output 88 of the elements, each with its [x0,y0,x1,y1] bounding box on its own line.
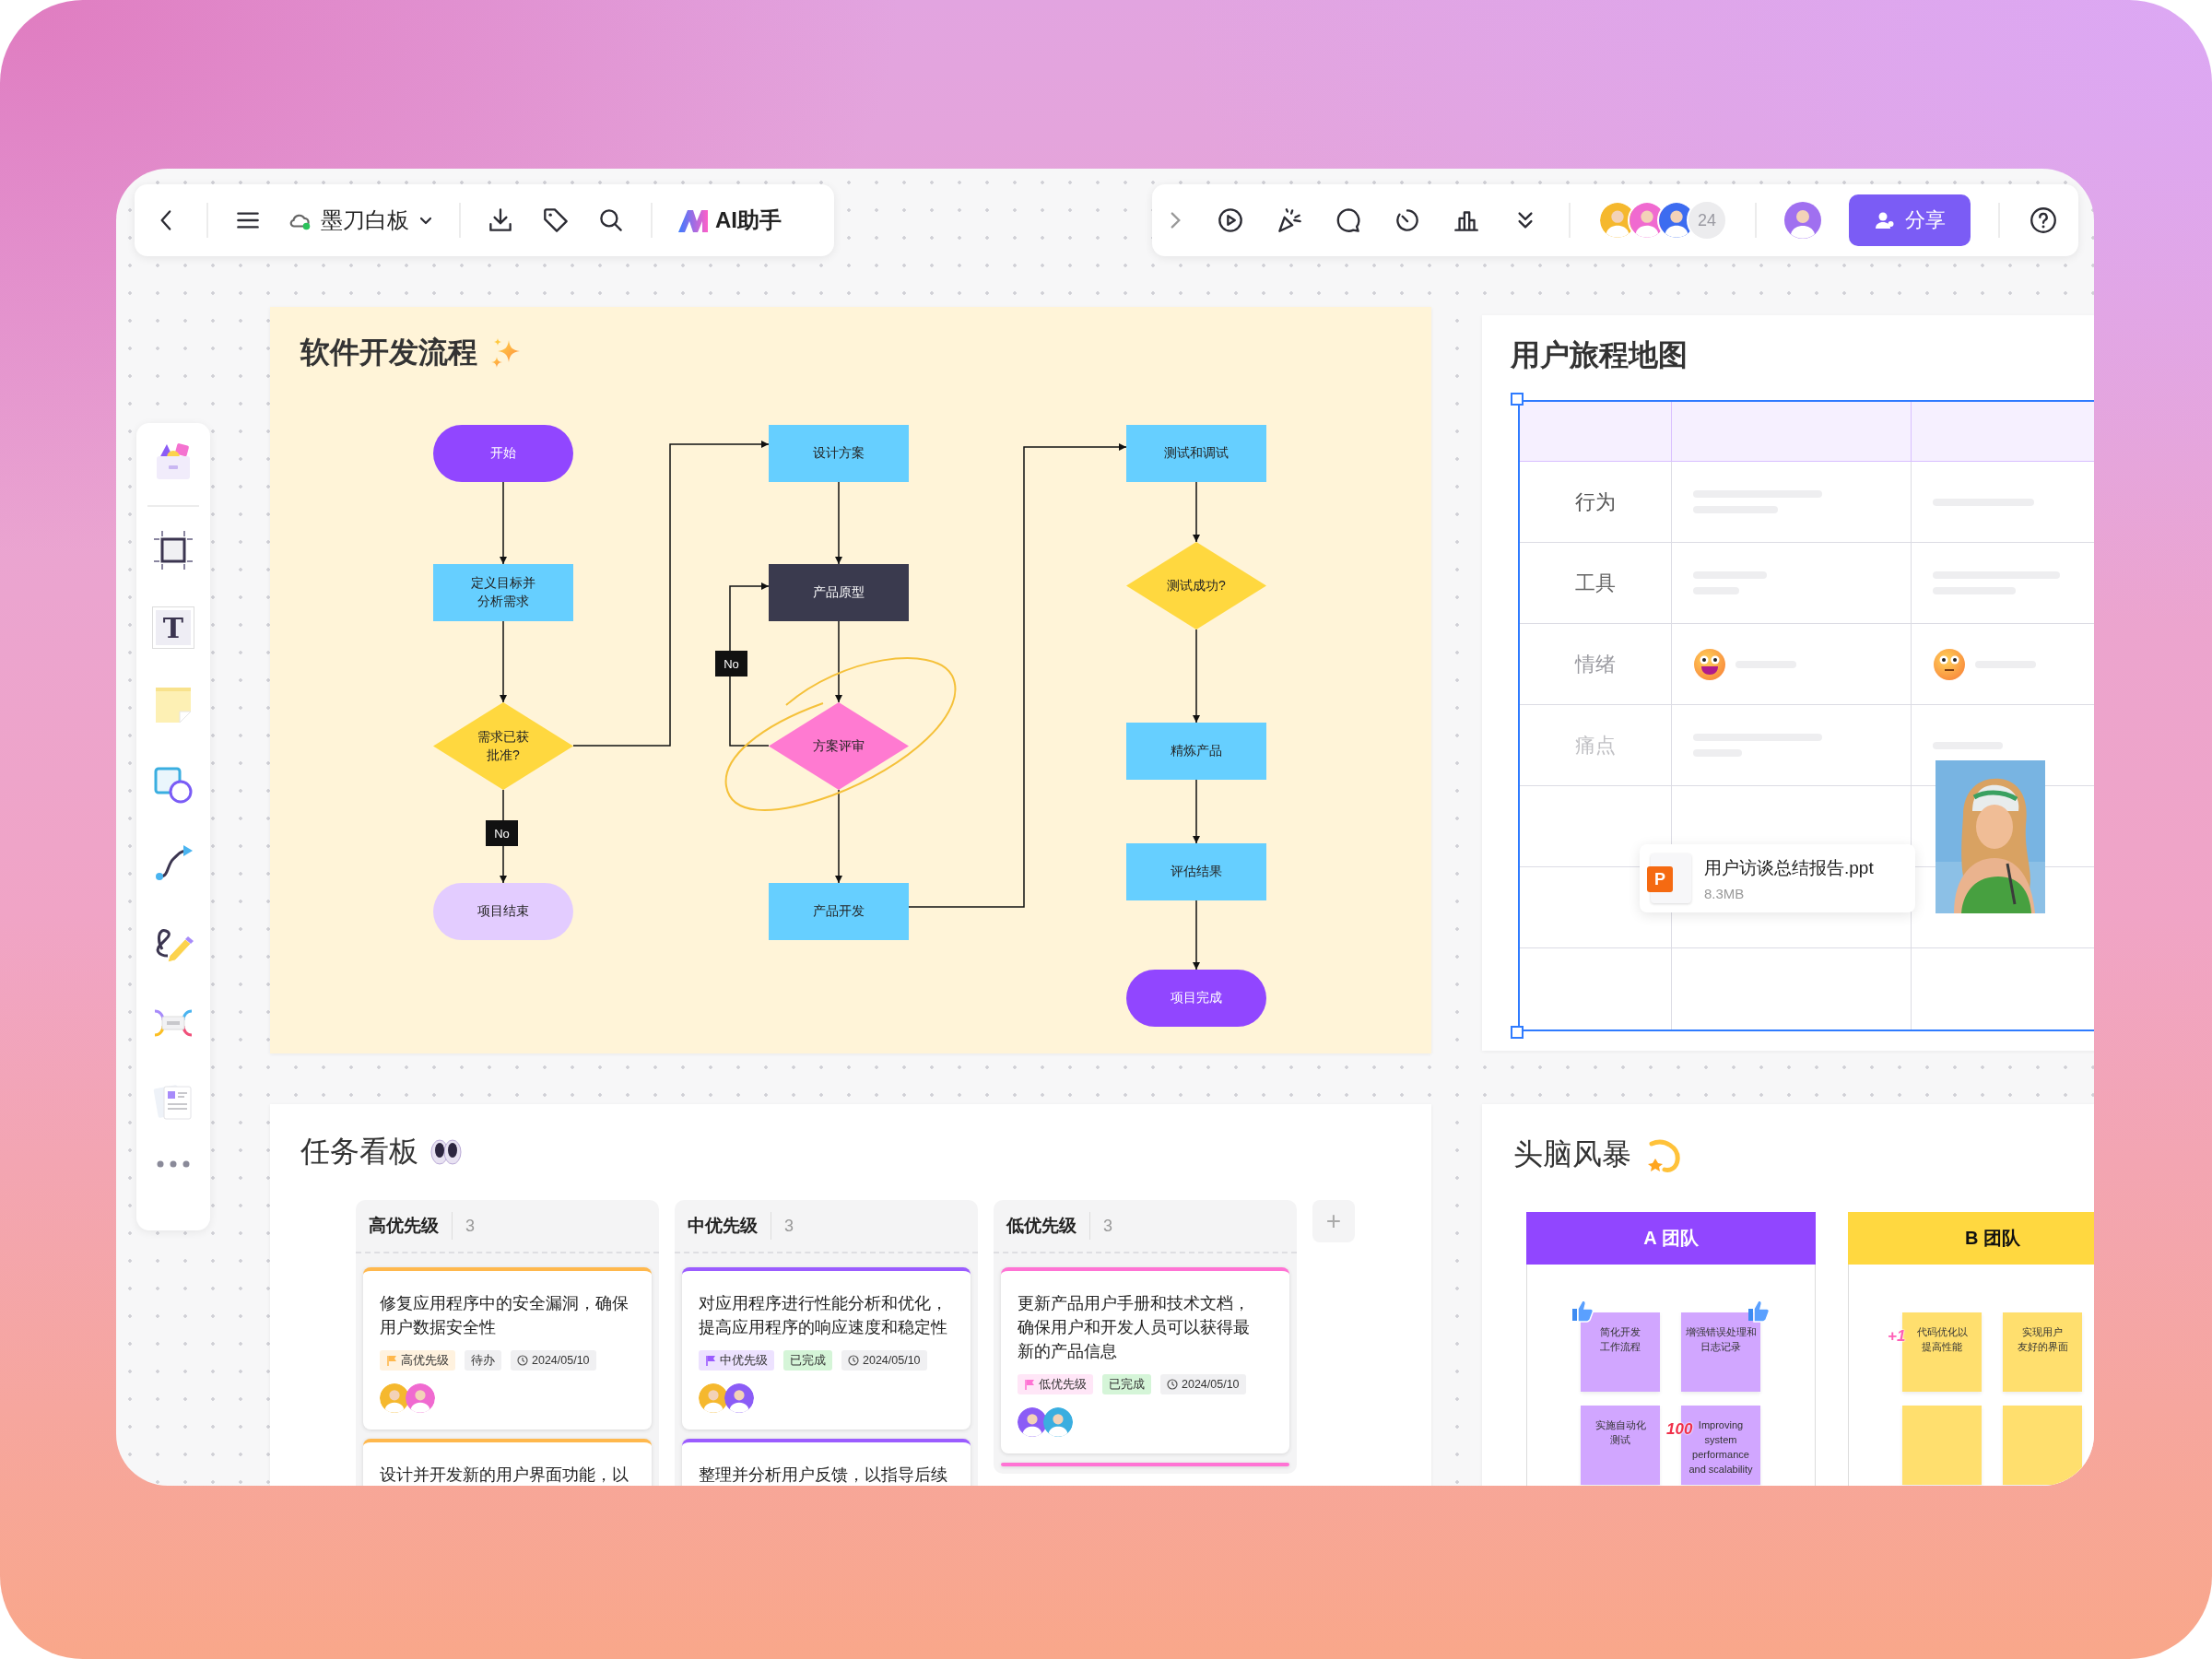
process-node: 产品原型 [769,564,909,621]
avatar-icon [1018,1407,1047,1437]
terminal-node: 开始 [433,425,573,482]
note-text: 提高性能 [1921,1339,1963,1354]
row-label: 痛点 [1575,732,1616,759]
date-tag: 2024/05/10 [1160,1374,1246,1394]
card-text: 整理并分析用户反馈，以指导后续 [699,1465,947,1486]
decision-node: 需求已获批准? [433,702,573,790]
note-text: 简化开发 [1600,1325,1641,1339]
card-text: 设计并开发新的用户界面功能，以 [380,1465,629,1486]
avatar-icon [699,1383,728,1413]
flag-icon [386,1355,397,1366]
status-tag: 已完成 [783,1350,832,1371]
status-tag: 待办 [465,1350,501,1371]
terminal-node: 项目结束 [433,883,573,940]
emoji-icon [1933,647,1966,681]
share-button[interactable]: 分享 [1849,194,1971,246]
date-tag: 2024/05/10 [841,1350,927,1371]
note-text: 代码优化以 [1916,1325,1968,1339]
file-name: 用户访谈总结报告.ppt [1704,856,1874,879]
card-count: 3 [784,1216,794,1236]
avatar-icon[interactable] [1784,202,1821,239]
note-text: 增强错误处理和 [1685,1325,1757,1339]
process-node: 设计方案 [769,425,909,482]
panel-title: 软件开发流程 [300,335,477,371]
clock-icon [848,1355,859,1366]
row-label: 情绪 [1575,651,1616,677]
avatar-icon [724,1383,754,1413]
column-title: 高优先级 [369,1215,439,1237]
row-label: 行为 [1575,488,1616,515]
team-header: A 团队 [1526,1212,1816,1265]
date-tag: 2024/05/10 [511,1350,596,1371]
flag-icon [1024,1379,1035,1390]
panel-title: 任务看板 [300,1134,418,1170]
note-text: 实现用户 [2021,1325,2064,1339]
decision-node: 方案评审 [769,702,909,790]
note-text: 日志记录 [1700,1339,1742,1354]
clock-icon [517,1355,528,1366]
connector-arrow [1193,481,1200,543]
terminal-node: 项目完成 [1126,970,1266,1027]
text-tool-icon[interactable]: T [153,607,194,648]
note-text: 实施自动化 [1594,1418,1646,1432]
branch-label: No [486,820,518,846]
panel-title: 用户旅程地图 [1511,337,1688,373]
decision-node: 测试成功? [1126,542,1266,629]
team-header: B 团队 [1848,1212,2094,1265]
process-node: 精炼产品 [1126,723,1266,780]
panel-title: 头脑风暴 [1513,1136,1631,1172]
note-text: system [1703,1432,1738,1447]
card-text: 修复应用程序中的安全漏洞，确保用户数据安全性 [380,1293,629,1338]
collaborator-count: 24 [1687,200,1727,241]
file-size: 8.3MB [1704,885,1746,901]
priority-tag: 高优先级 [380,1350,455,1371]
branch-label: No [715,651,747,677]
priority-tag: 中优先级 [699,1350,774,1371]
row-label: 工具 [1575,570,1616,596]
note-text: performance [1691,1447,1750,1462]
clock-icon [1167,1379,1178,1390]
help-icon[interactable] [2028,205,2059,236]
flag-icon [705,1355,716,1366]
note-text: and scalability [1688,1462,1753,1477]
process-node: 产品开发 [769,883,909,940]
connector-arrow [1193,779,1200,844]
card-text: 更新产品用户手册和技术文档，确保用户和开发人员可以获得最新的产品信息 [1018,1293,1250,1362]
status-tag: 已完成 [1102,1374,1151,1394]
avatar-icon [380,1383,409,1413]
card-count: 3 [465,1216,475,1236]
card-text: 对应用程序进行性能分析和优化，提高应用程序的响应速度和稳定性 [699,1293,947,1338]
resize-handle[interactable] [1511,393,1524,406]
ai-assistant-button[interactable]: AI助手 [677,206,782,235]
column-title: 中优先级 [688,1215,758,1237]
process-node: 评估结果 [1126,843,1266,900]
note-text: 友好的界面 [2017,1339,2068,1354]
board-name-button[interactable]: 墨刀白板 [288,206,435,235]
process-node: 测试和调试 [1126,425,1266,482]
priority-tag: 低优先级 [1018,1374,1093,1394]
card-count: 3 [1103,1216,1112,1236]
emoji-icon [1693,647,1726,681]
reaction-text: 100 [1666,1419,1693,1440]
note-text: 工作流程 [1600,1339,1641,1354]
frame-icon[interactable] [151,528,195,572]
note-text: 测试 [1609,1432,1631,1447]
note-text: Improving [1697,1418,1745,1432]
avatar-icon [1043,1407,1073,1437]
resize-handle[interactable] [1511,1026,1524,1039]
column-title: 低优先级 [1006,1215,1077,1237]
avatar-icon [406,1383,435,1413]
process-node: 定义目标并分析需求 [433,564,573,621]
